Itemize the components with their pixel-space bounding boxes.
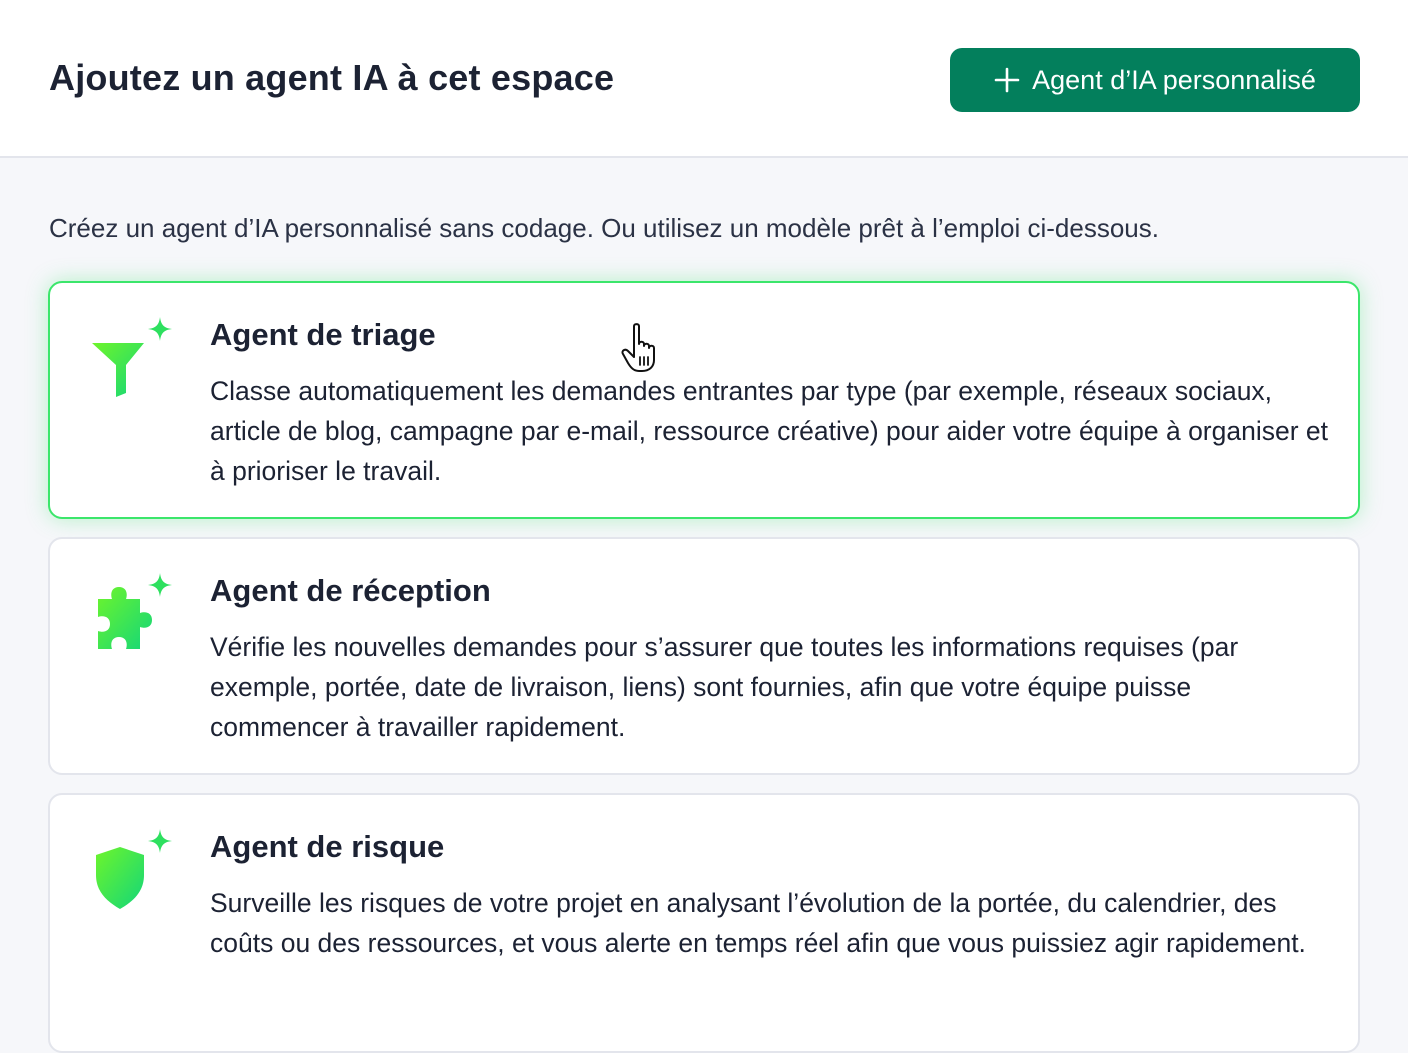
- plus-icon: [994, 67, 1020, 93]
- agent-card-reception[interactable]: Agent de réception Vérifie les nouvelles…: [48, 537, 1360, 775]
- agent-title: Agent de réception: [210, 573, 491, 608]
- page-title: Ajoutez un agent IA à cet espace: [49, 57, 615, 98]
- add-custom-agent-label: Agent d’IA personnalisé: [1032, 64, 1316, 95]
- agent-description: Vérifie les nouvelles demandes pour s’as…: [210, 632, 1239, 742]
- agent-card-triage[interactable]: Agent de triage Classe automatiquement l…: [48, 281, 1360, 519]
- agent-card-risk[interactable]: Agent de risque Surveille les risques de…: [48, 793, 1360, 1053]
- shield-sparkle-icon: [96, 829, 172, 909]
- page-header: Ajoutez un agent IA à cet espace Agent d…: [0, 0, 1408, 158]
- puzzle-sparkle-icon: [98, 573, 172, 649]
- intro-text: Créez un agent d’IA personnalisé sans co…: [49, 213, 1159, 243]
- agent-description: Classe automatiquement les demandes entr…: [210, 376, 1329, 486]
- add-custom-agent-button[interactable]: Agent d’IA personnalisé: [950, 48, 1360, 112]
- agent-title: Agent de risque: [210, 829, 445, 864]
- agent-title: Agent de triage: [210, 317, 436, 352]
- agent-description: Surveille les risques de votre projet en…: [210, 888, 1306, 958]
- funnel-sparkle-icon: [92, 317, 172, 397]
